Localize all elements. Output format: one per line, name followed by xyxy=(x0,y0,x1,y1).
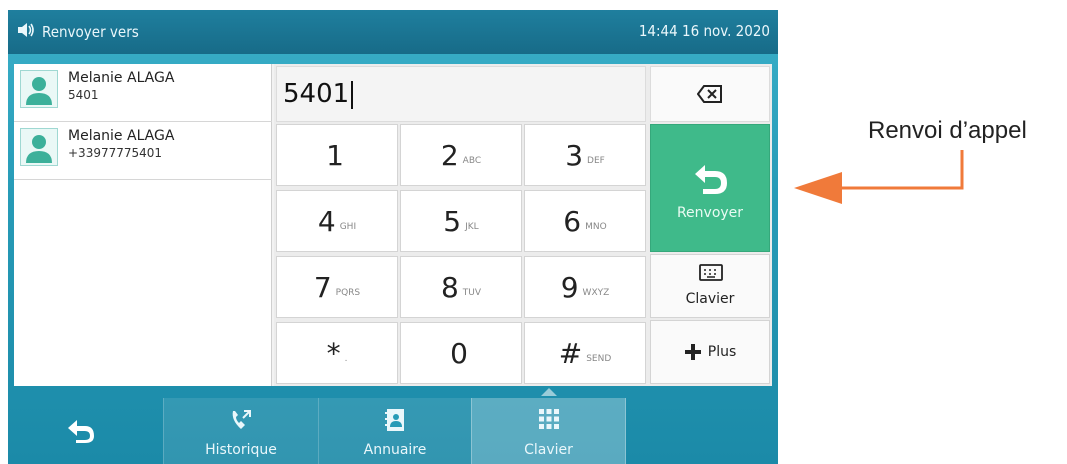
status-title-group: Renvoyer vers xyxy=(16,22,139,42)
status-time: 14:44 xyxy=(638,22,678,40)
status-date: 16 nov. 2020 xyxy=(682,22,770,40)
contact-avatar-icon xyxy=(20,70,58,108)
dialer-panel: 5401 1 2 ABC 3 DEF 4 GHI 5 JKL 6 MNO 7 PQRS 8T… xyxy=(274,64,772,386)
contact-suggestions: Melanie ALAGA 5401 Melanie ALAGA +339777… xyxy=(14,64,272,386)
contact-name: Melanie ALAGA xyxy=(68,128,175,144)
keyboard-label: Clavier xyxy=(685,291,735,307)
backspace-button[interactable] xyxy=(650,66,770,122)
tab-historique[interactable]: Historique xyxy=(163,398,318,464)
key-star[interactable]: *. xyxy=(276,322,398,384)
phone-screen: Renvoyer vers 14:44 16 nov. 2020 Melanie… xyxy=(8,10,778,464)
forward-label: Renvoyer xyxy=(676,205,744,221)
tab-clavier-label: Clavier xyxy=(524,442,573,458)
status-bar: Renvoyer vers 14:44 16 nov. 2020 xyxy=(8,10,778,54)
contact-number: 5401 xyxy=(68,88,99,102)
contact-avatar-icon xyxy=(20,128,58,166)
contact-number: +33977775401 xyxy=(68,146,163,160)
more-button[interactable]: Plus xyxy=(650,320,770,384)
key-8[interactable]: 8 TUV xyxy=(400,256,522,318)
number-input[interactable]: 5401 xyxy=(276,66,646,122)
key-2[interactable]: 2 ABC xyxy=(400,124,522,186)
forward-icon xyxy=(691,161,731,199)
forward-button[interactable]: Renvoyer xyxy=(650,124,770,252)
main-content: Melanie ALAGA 5401 Melanie ALAGA +339777… xyxy=(14,64,772,386)
back-button[interactable] xyxy=(66,418,96,448)
key-0[interactable]: 0 xyxy=(400,322,522,384)
tab-annuaire[interactable]: Annuaire xyxy=(318,398,471,464)
key-5[interactable]: 5 JKL xyxy=(400,190,522,252)
bottom-softkey-bar: Historique Annuaire Clavier xyxy=(8,398,778,464)
key-4[interactable]: 4 GHI xyxy=(276,190,398,252)
keyboard-button[interactable]: Clavier xyxy=(650,254,770,318)
back-icon xyxy=(68,420,94,443)
annotation-label: Renvoi d’appel xyxy=(868,117,1027,144)
backspace-icon xyxy=(697,85,722,103)
text-caret xyxy=(351,80,354,109)
key-hash[interactable]: # SEND xyxy=(524,322,646,384)
contact-item[interactable]: Melanie ALAGA +33977775401 xyxy=(14,122,272,180)
plus-icon xyxy=(684,344,701,360)
status-title: Renvoyer vers xyxy=(42,23,139,41)
number-input-value: 5401 xyxy=(283,79,350,109)
tab-annuaire-label: Annuaire xyxy=(363,442,427,458)
annotation-arrow-icon xyxy=(794,150,964,204)
keypad-icon xyxy=(472,408,625,430)
key-7[interactable]: 7 PQRS xyxy=(276,256,398,318)
keyboard-icon xyxy=(699,263,723,287)
key-6[interactable]: 6 MNO xyxy=(524,190,646,252)
key-1[interactable]: 1 xyxy=(276,124,398,186)
key-9[interactable]: 9 WXYZ xyxy=(524,256,646,318)
tab-historique-label: Historique xyxy=(205,442,277,458)
contact-name: Melanie ALAGA xyxy=(68,70,175,86)
directory-icon xyxy=(319,408,471,432)
active-tab-pointer xyxy=(541,388,557,396)
more-label: Plus xyxy=(707,344,737,360)
tab-clavier[interactable]: Clavier xyxy=(471,398,626,464)
call-history-icon xyxy=(164,408,318,432)
contact-item[interactable]: Melanie ALAGA 5401 xyxy=(14,64,272,122)
speaker-icon xyxy=(16,22,36,42)
key-3[interactable]: 3 DEF xyxy=(524,124,646,186)
status-datetime: 14:44 16 nov. 2020 xyxy=(639,22,770,40)
